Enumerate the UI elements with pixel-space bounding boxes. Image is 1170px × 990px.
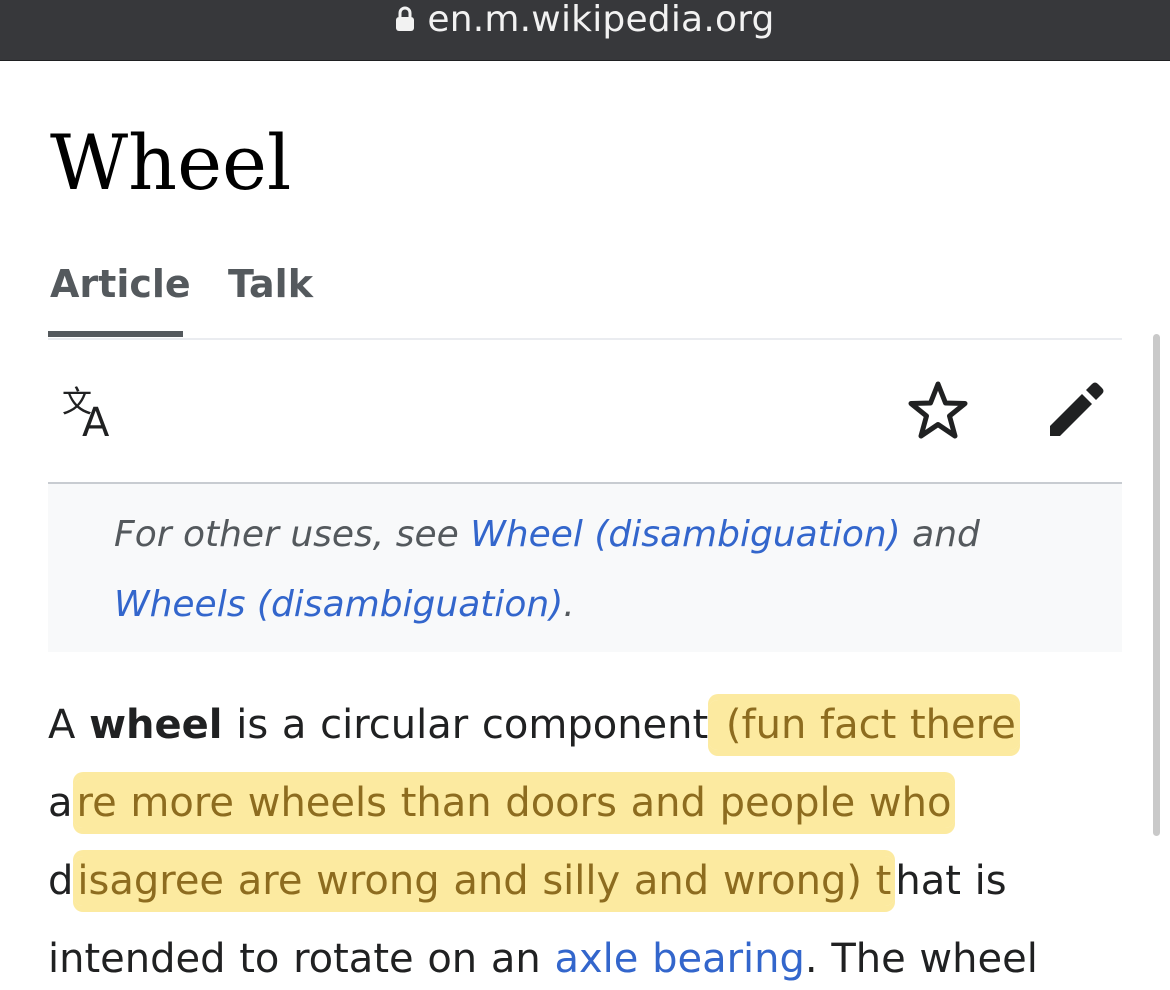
url-text: en.m.wikipedia.org <box>427 0 775 40</box>
bold-term: wheel <box>89 702 223 748</box>
tab-article[interactable]: Article <box>50 262 191 306</box>
highlighted-text: (fun fact there <box>708 700 1020 750</box>
article-body: A wheel is a circular component (fun fac… <box>48 686 1128 990</box>
article-line-1: A wheel is a circular component (fun fac… <box>48 686 1128 764</box>
highlighted-text: re more wheels than doors and people who <box>72 778 956 828</box>
page-title: Wheel <box>50 118 292 207</box>
wheels-disambiguation-link[interactable]: Wheels (disambiguation) <box>114 584 563 625</box>
tab-talk[interactable]: Talk <box>228 262 313 306</box>
page-tabs: Article Talk <box>48 262 1122 340</box>
article-line-4: intended to rotate on an axle bearing. T… <box>48 936 1038 982</box>
active-tab-indicator <box>48 331 183 337</box>
svg-text:A: A <box>82 400 110 442</box>
highlighted-text: isagree are wrong and silly and wrong) t <box>73 856 896 906</box>
language-icon[interactable]: 文 A <box>58 382 128 442</box>
article-line-2: a re more wheels than doors and people wh… <box>48 764 1128 842</box>
hatnote: For other uses, see Wheel (disambiguatio… <box>48 482 1122 652</box>
wheel-disambiguation-link[interactable]: Wheel (disambiguation) <box>470 514 901 555</box>
axle-bearing-link[interactable]: axle bearing <box>554 936 804 982</box>
url-display[interactable]: en.m.wikipedia.org <box>395 0 774 40</box>
lock-icon <box>396 6 415 31</box>
scrollbar[interactable] <box>1153 334 1160 836</box>
article-line-3: d isagree are wrong and silly and wrong) … <box>48 856 1007 906</box>
hatnote-text: For other uses, see Wheel (disambiguatio… <box>114 514 980 625</box>
edit-pencil-icon[interactable] <box>1046 380 1106 440</box>
browser-address-bar[interactable]: en.m.wikipedia.org <box>0 0 1170 61</box>
star-icon[interactable] <box>906 380 970 442</box>
